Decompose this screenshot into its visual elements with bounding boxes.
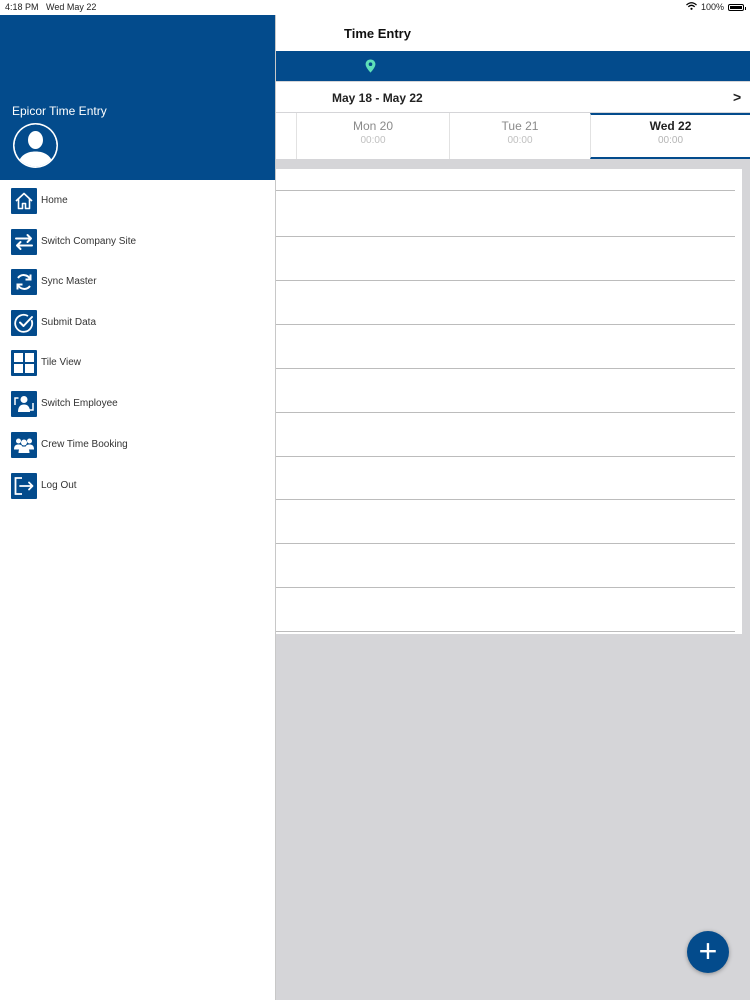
menu-item-tile-view[interactable]: Tile View [0,348,270,378]
menu-item-switch-company-site[interactable]: Switch Company Site [0,227,270,257]
menu-item-label: Home [41,195,68,206]
week-range: May 18 - May 22 [332,91,423,105]
crew-icon [11,432,37,458]
tab-day-tue[interactable]: Tue 21 00:00 [449,113,590,159]
battery-icon [728,3,746,11]
menu-item-sync-master[interactable]: Sync Master [0,267,270,297]
battery-percent: 100% [700,2,724,12]
day-hours: 00:00 [657,135,684,146]
menu-item-crew-time-booking[interactable]: Crew Time Booking [0,430,270,460]
menu-item-switch-employee[interactable]: Switch Employee [0,389,270,419]
logout-icon [11,473,37,499]
status-bar: 4:18 PM Wed May 22 100% [0,0,750,15]
day-label: Mon 20 [352,119,394,133]
check-circle-icon [11,310,37,336]
day-hours: 00:00 [507,135,533,146]
next-week-button[interactable]: > [733,89,741,105]
location-pin-icon [365,59,376,73]
tab-day-mon[interactable]: Mon 20 00:00 [296,113,449,159]
day-label: Wed 22 [649,119,692,133]
day-label: Tue 21 [501,119,539,133]
switch-arrows-icon [11,229,37,255]
menu-item-submit-data[interactable]: Submit Data [0,308,270,338]
tile-grid-icon [11,350,37,376]
switch-employee-icon [11,391,37,417]
menu-item-label: Sync Master [41,276,97,287]
tab-day-wed[interactable]: Wed 22 00:00 [590,113,750,159]
status-indicators: 100% [686,2,746,12]
app-name: Epicor Time Entry [12,104,107,118]
day-hours: 00:00 [360,135,386,146]
menu-item-label: Tile View [41,357,82,368]
home-icon [11,188,37,214]
drawer-header: Epicor Time Entry [0,15,275,180]
menu-item-label: Switch Company Site [41,236,137,247]
menu-item-label: Log Out [41,480,77,491]
wifi-icon [686,2,697,12]
add-entry-button[interactable]: + [687,931,729,973]
side-drawer: Epicor Time Entry Home Switch Company Si… [0,15,276,1000]
menu-item-log-out[interactable]: Log Out [0,471,270,501]
menu-item-label: Crew Time Booking [41,439,128,450]
menu-item-label: Submit Data [41,317,97,328]
menu-item-home[interactable]: Home [0,186,270,216]
page-title: Time Entry [344,26,411,41]
status-time: 4:18 PM Wed May 22 [5,2,97,12]
avatar-icon[interactable] [12,122,59,169]
menu-item-label: Switch Employee [41,398,118,409]
sync-icon [11,269,37,295]
